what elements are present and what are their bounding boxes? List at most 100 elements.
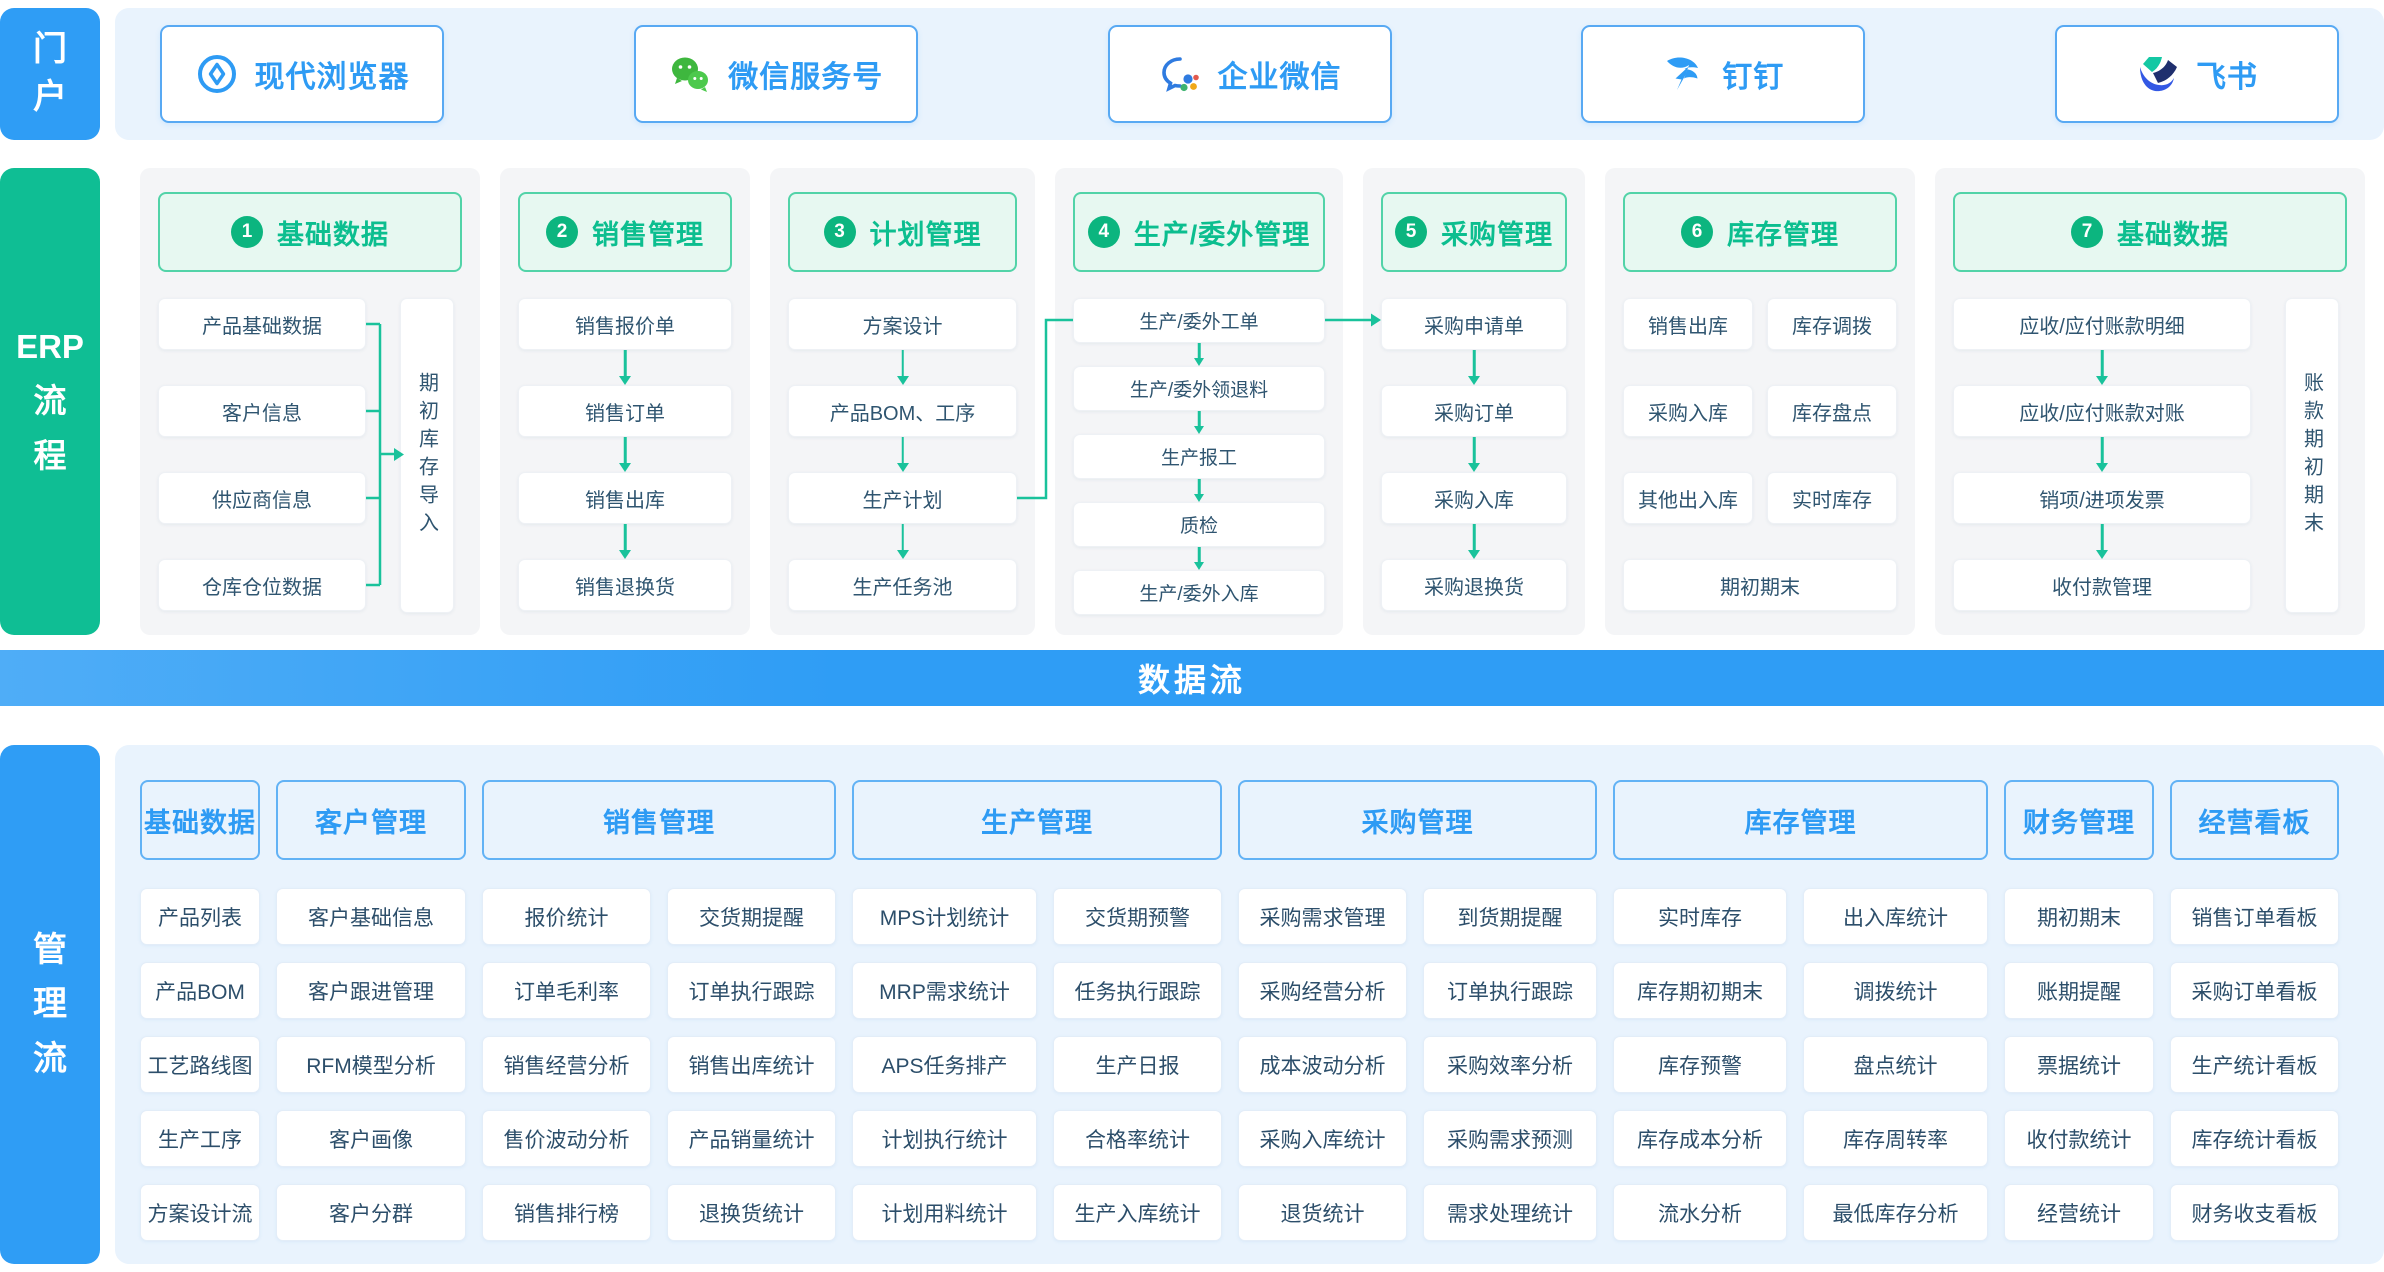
erp-item[interactable]: 生产/委外入库 [1073, 570, 1325, 615]
management-item[interactable]: 流水分析 [1613, 1184, 1787, 1241]
erp-item[interactable]: 应收/应付账款对账 [1953, 385, 2251, 437]
management-item[interactable]: 客户画像 [276, 1110, 466, 1167]
management-item[interactable]: 产品销量统计 [667, 1110, 836, 1167]
management-item[interactable]: 库存预警 [1613, 1036, 1787, 1093]
management-item[interactable]: 合格率统计 [1053, 1110, 1222, 1167]
management-item[interactable]: 账期提醒 [2004, 962, 2154, 1019]
erp-item[interactable]: 生产任务池 [788, 559, 1017, 611]
management-item[interactable]: 订单执行跟踪 [667, 962, 836, 1019]
erp-item[interactable]: 采购申请单 [1381, 298, 1567, 350]
management-item[interactable]: 期初期末 [2004, 888, 2154, 945]
management-item[interactable]: 计划用料统计 [852, 1184, 1037, 1241]
management-item[interactable]: MPS计划统计 [852, 888, 1037, 945]
management-item[interactable]: 出入库统计 [1803, 888, 1988, 945]
management-item[interactable]: 报价统计 [482, 888, 651, 945]
erp-item[interactable]: 销售退换货 [518, 559, 732, 611]
management-item[interactable]: 产品BOM [140, 962, 260, 1019]
management-item[interactable]: 任务执行跟踪 [1053, 962, 1222, 1019]
erp-item[interactable]: 其他出入库 [1623, 472, 1753, 524]
management-item[interactable]: MRP需求统计 [852, 962, 1037, 1019]
erp-item[interactable]: 生产计划 [788, 472, 1017, 524]
erp-item[interactable]: 生产/委外领退料 [1073, 366, 1325, 411]
management-header-7[interactable]: 财务管理 [2004, 780, 2154, 860]
management-item[interactable]: 采购订单看板 [2170, 962, 2339, 1019]
management-item[interactable]: 采购入库统计 [1238, 1110, 1407, 1167]
management-item[interactable]: 成本波动分析 [1238, 1036, 1407, 1093]
erp-item[interactable]: 收付款管理 [1953, 559, 2251, 611]
management-item[interactable]: 库存周转率 [1803, 1110, 1988, 1167]
erp-item[interactable]: 客户信息 [158, 385, 366, 437]
management-item[interactable]: 采购需求管理 [1238, 888, 1407, 945]
management-item[interactable]: 盘点统计 [1803, 1036, 1988, 1093]
erp-item[interactable]: 期初期末 [1623, 559, 1897, 611]
management-item[interactable]: 收付款统计 [2004, 1110, 2154, 1167]
erp-item[interactable]: 销售出库 [1623, 298, 1753, 350]
erp-item[interactable]: 采购入库 [1381, 472, 1567, 524]
erp-item[interactable]: 供应商信息 [158, 472, 366, 524]
erp-item[interactable]: 生产/委外工单 [1073, 298, 1325, 343]
management-item[interactable]: 客户分群 [276, 1184, 466, 1241]
management-item[interactable]: 采购效率分析 [1423, 1036, 1597, 1093]
management-item[interactable]: 退换货统计 [667, 1184, 836, 1241]
management-header-3[interactable]: 销售管理 [482, 780, 836, 860]
management-header-4[interactable]: 生产管理 [852, 780, 1222, 860]
erp-item[interactable]: 销售订单 [518, 385, 732, 437]
management-header-1[interactable]: 基础数据 [140, 780, 260, 860]
management-item[interactable]: 库存期初期末 [1613, 962, 1787, 1019]
management-item[interactable]: 售价波动分析 [482, 1110, 651, 1167]
management-item[interactable]: 采购需求预测 [1423, 1110, 1597, 1167]
management-item[interactable]: 工艺路线图 [140, 1036, 260, 1093]
management-item[interactable]: 客户跟进管理 [276, 962, 466, 1019]
erp-item[interactable]: 库存盘点 [1767, 385, 1897, 437]
management-item[interactable]: 票据统计 [2004, 1036, 2154, 1093]
management-item[interactable]: 调拨统计 [1803, 962, 1988, 1019]
management-item[interactable]: 产品列表 [140, 888, 260, 945]
management-item[interactable]: 客户基础信息 [276, 888, 466, 945]
management-header-6[interactable]: 库存管理 [1613, 780, 1988, 860]
management-item[interactable]: 订单执行跟踪 [1423, 962, 1597, 1019]
erp-item[interactable]: 产品BOM、工序 [788, 385, 1017, 437]
management-item[interactable]: 销售订单看板 [2170, 888, 2339, 945]
management-item[interactable]: 交货期提醒 [667, 888, 836, 945]
management-item[interactable]: 需求处理统计 [1423, 1184, 1597, 1241]
portal-card-dingtalk[interactable]: 钉钉 [1581, 25, 1865, 123]
erp-item[interactable]: 应收/应付账款明细 [1953, 298, 2251, 350]
erp-side-vertical-box[interactable]: 账款期初期末 [2285, 298, 2339, 613]
portal-card-compass[interactable]: 现代浏览器 [160, 25, 444, 123]
erp-item[interactable]: 采购订单 [1381, 385, 1567, 437]
erp-item[interactable]: 采购退换货 [1381, 559, 1567, 611]
management-item[interactable]: APS任务排产 [852, 1036, 1037, 1093]
erp-item[interactable]: 方案设计 [788, 298, 1017, 350]
management-item[interactable]: 生产统计看板 [2170, 1036, 2339, 1093]
management-item[interactable]: 库存成本分析 [1613, 1110, 1787, 1167]
erp-side-vertical-box[interactable]: 期初库存导入 [400, 298, 454, 613]
portal-card-wecom[interactable]: 企业微信 [1108, 25, 1392, 123]
management-item[interactable]: RFM模型分析 [276, 1036, 466, 1093]
management-item[interactable]: 退货统计 [1238, 1184, 1407, 1241]
management-item[interactable]: 方案设计流 [140, 1184, 260, 1241]
portal-card-wechat[interactable]: 微信服务号 [634, 25, 918, 123]
erp-item[interactable]: 采购入库 [1623, 385, 1753, 437]
management-item[interactable]: 销售排行榜 [482, 1184, 651, 1241]
erp-item[interactable]: 仓库仓位数据 [158, 559, 366, 611]
management-item[interactable]: 库存统计看板 [2170, 1110, 2339, 1167]
erp-item[interactable]: 实时库存 [1767, 472, 1897, 524]
management-item[interactable]: 最低库存分析 [1803, 1184, 1988, 1241]
management-item[interactable]: 订单毛利率 [482, 962, 651, 1019]
erp-item[interactable]: 库存调拨 [1767, 298, 1897, 350]
management-item[interactable]: 财务收支看板 [2170, 1184, 2339, 1241]
erp-item[interactable]: 生产报工 [1073, 434, 1325, 479]
erp-item[interactable]: 销售出库 [518, 472, 732, 524]
portal-card-feishu[interactable]: 飞书 [2055, 25, 2339, 123]
management-item[interactable]: 生产入库统计 [1053, 1184, 1222, 1241]
erp-item[interactable]: 销售报价单 [518, 298, 732, 350]
management-item[interactable]: 到货期提醒 [1423, 888, 1597, 945]
management-item[interactable]: 生产工序 [140, 1110, 260, 1167]
management-item[interactable]: 交货期预警 [1053, 888, 1222, 945]
management-item[interactable]: 销售出库统计 [667, 1036, 836, 1093]
management-item[interactable]: 实时库存 [1613, 888, 1787, 945]
management-item[interactable]: 采购经营分析 [1238, 962, 1407, 1019]
management-item[interactable]: 计划执行统计 [852, 1110, 1037, 1167]
management-item[interactable]: 经营统计 [2004, 1184, 2154, 1241]
erp-item[interactable]: 产品基础数据 [158, 298, 366, 350]
